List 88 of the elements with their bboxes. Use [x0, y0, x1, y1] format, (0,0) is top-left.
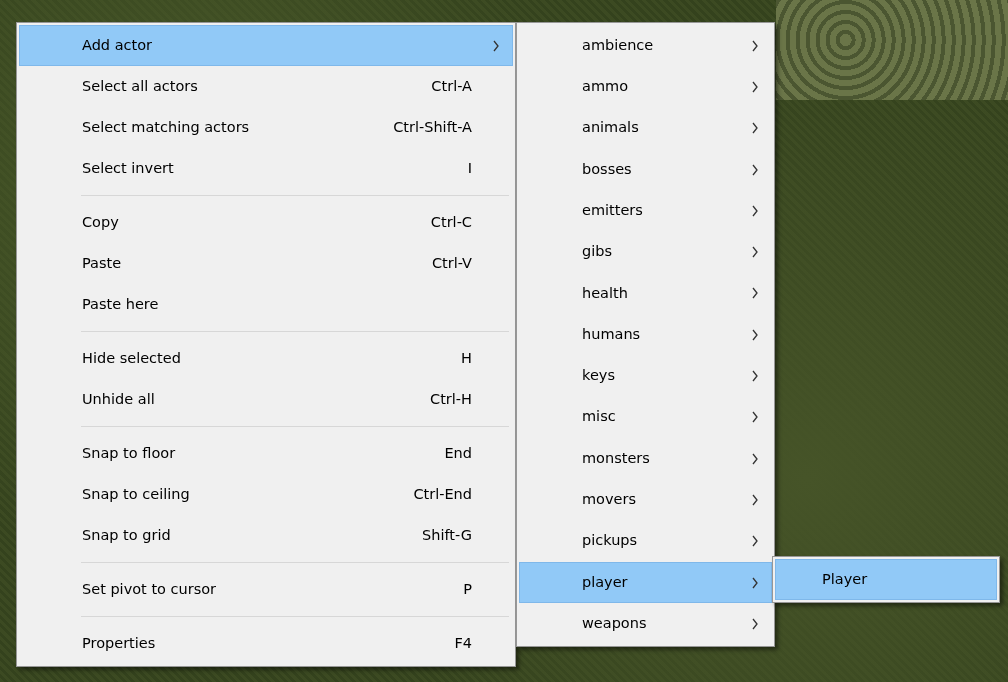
chevron-right-icon	[751, 576, 759, 589]
shortcut-label: P	[463, 579, 473, 599]
menu-item-label: humans	[582, 324, 642, 344]
chevron-right-icon	[751, 535, 759, 548]
menu-item[interactable]: Copy Ctrl-C	[19, 202, 513, 243]
menu-item-label: ammo	[582, 77, 629, 97]
menu-item[interactable]: ammo	[519, 66, 772, 108]
menu-item-label: gibs	[582, 242, 613, 262]
menu-item[interactable]: Set pivot to cursor P	[19, 569, 513, 610]
menu-item-label: Add actor	[82, 35, 154, 55]
menu-item-label: player	[582, 572, 629, 592]
menu-item-label: animals	[582, 118, 640, 138]
chevron-right-icon	[751, 328, 759, 341]
menu-item-label: Snap to floor	[82, 443, 177, 463]
menu-item-label: Unhide all	[82, 389, 156, 409]
menu-item[interactable]: Snap to ceiling Ctrl-End	[19, 474, 513, 515]
chevron-right-icon	[751, 204, 759, 217]
chevron-right-icon	[751, 617, 759, 630]
menu-item[interactable]: misc	[519, 396, 772, 438]
menu-item-label: Set pivot to cursor	[82, 579, 218, 599]
menu-item-label: Paste	[82, 253, 123, 273]
shortcut-label: Ctrl-V	[431, 253, 473, 273]
menu-item-label: keys	[582, 366, 616, 386]
shortcut-label: Shift-G	[422, 525, 473, 545]
menu-item[interactable]: keys	[519, 355, 772, 397]
chevron-right-icon	[751, 452, 759, 465]
chevron-right-icon	[751, 370, 759, 382]
menu-item-label: pickups	[582, 531, 639, 551]
menu-item[interactable]: ambience	[519, 25, 772, 67]
shortcut-label: H	[461, 348, 473, 368]
menu-item[interactable]: Snap to grid Shift-G	[19, 515, 513, 556]
menu-item-label: Copy	[82, 212, 120, 232]
menu-item-label: movers	[582, 490, 637, 510]
menu-item[interactable]: gibs	[519, 231, 772, 273]
chevron-right-icon	[492, 39, 500, 52]
shortcut-label: Ctrl-End	[413, 484, 473, 504]
menu-item[interactable]: Hide selected H	[19, 338, 513, 379]
menu-item[interactable]: Snap to floor End	[19, 433, 513, 474]
menu-item[interactable]: pickups	[519, 520, 772, 562]
menu-item[interactable]: health	[519, 272, 772, 315]
chevron-right-icon	[751, 246, 759, 259]
menu-item-label: Snap to ceiling	[82, 484, 191, 504]
menu-item[interactable]: monsters	[519, 437, 772, 480]
menu-item-label: Hide selected	[82, 348, 182, 368]
menu-item[interactable]: Paste Ctrl-V	[19, 243, 513, 284]
chevron-right-icon	[751, 39, 759, 52]
chevron-right-icon	[751, 163, 759, 176]
menu-item-label: Select invert	[82, 158, 175, 178]
menu-item[interactable]: player	[519, 561, 772, 604]
menu-item[interactable]: Properties F4	[19, 623, 513, 664]
menu-item-label: ambience	[582, 35, 655, 55]
shortcut-label: End	[444, 443, 473, 463]
shortcut-label: I	[467, 158, 473, 178]
menu-item-label: Player	[822, 569, 869, 589]
menu-item-label: Snap to grid	[82, 525, 172, 545]
shortcut-label: Ctrl-C	[430, 212, 473, 232]
shortcut-label: Ctrl-A	[431, 76, 473, 96]
menu-item-label: Properties	[82, 633, 157, 653]
menu-item-label: Paste here	[82, 294, 160, 314]
menu-item[interactable]: weapons	[519, 603, 772, 645]
menu-item-label: misc	[582, 407, 617, 427]
chevron-right-icon	[751, 122, 759, 135]
chevron-right-icon	[751, 411, 759, 424]
menu-item[interactable]: movers	[519, 479, 772, 521]
menu-item[interactable]: Select invert I	[19, 148, 513, 189]
menu-item[interactable]: Paste here	[19, 284, 513, 325]
menu-item-label: monsters	[582, 448, 651, 468]
shortcut-label: F4	[454, 633, 473, 653]
menu-item[interactable]: emitters	[519, 190, 772, 232]
menu-item[interactable]: Player	[775, 559, 997, 600]
menu-item[interactable]: Unhide all Ctrl-H	[19, 379, 513, 420]
shortcut-label: Ctrl-Shift-A	[393, 117, 473, 137]
shortcut-label: Ctrl-H	[430, 389, 473, 409]
menu-item-label: bosses	[582, 159, 633, 179]
menu-item[interactable]: bosses	[519, 148, 772, 191]
menu-item[interactable]: Select all actors Ctrl-A	[19, 66, 513, 107]
menu-item-label: health	[582, 283, 629, 303]
chevron-right-icon	[751, 493, 759, 506]
menu-item-label: emitters	[582, 200, 644, 220]
menu-item-label: Select matching actors	[82, 117, 251, 137]
chevron-right-icon	[751, 287, 759, 300]
menu-item[interactable]: Add actor	[19, 25, 513, 66]
menu-item[interactable]: Select matching actors Ctrl-Shift-A	[19, 107, 513, 148]
chevron-right-icon	[751, 80, 759, 93]
menu-item-label: Select all actors	[82, 76, 199, 96]
menu-item[interactable]: humans	[519, 314, 772, 356]
menu-item[interactable]: animals	[519, 107, 772, 149]
menu-item-label: weapons	[582, 613, 648, 633]
